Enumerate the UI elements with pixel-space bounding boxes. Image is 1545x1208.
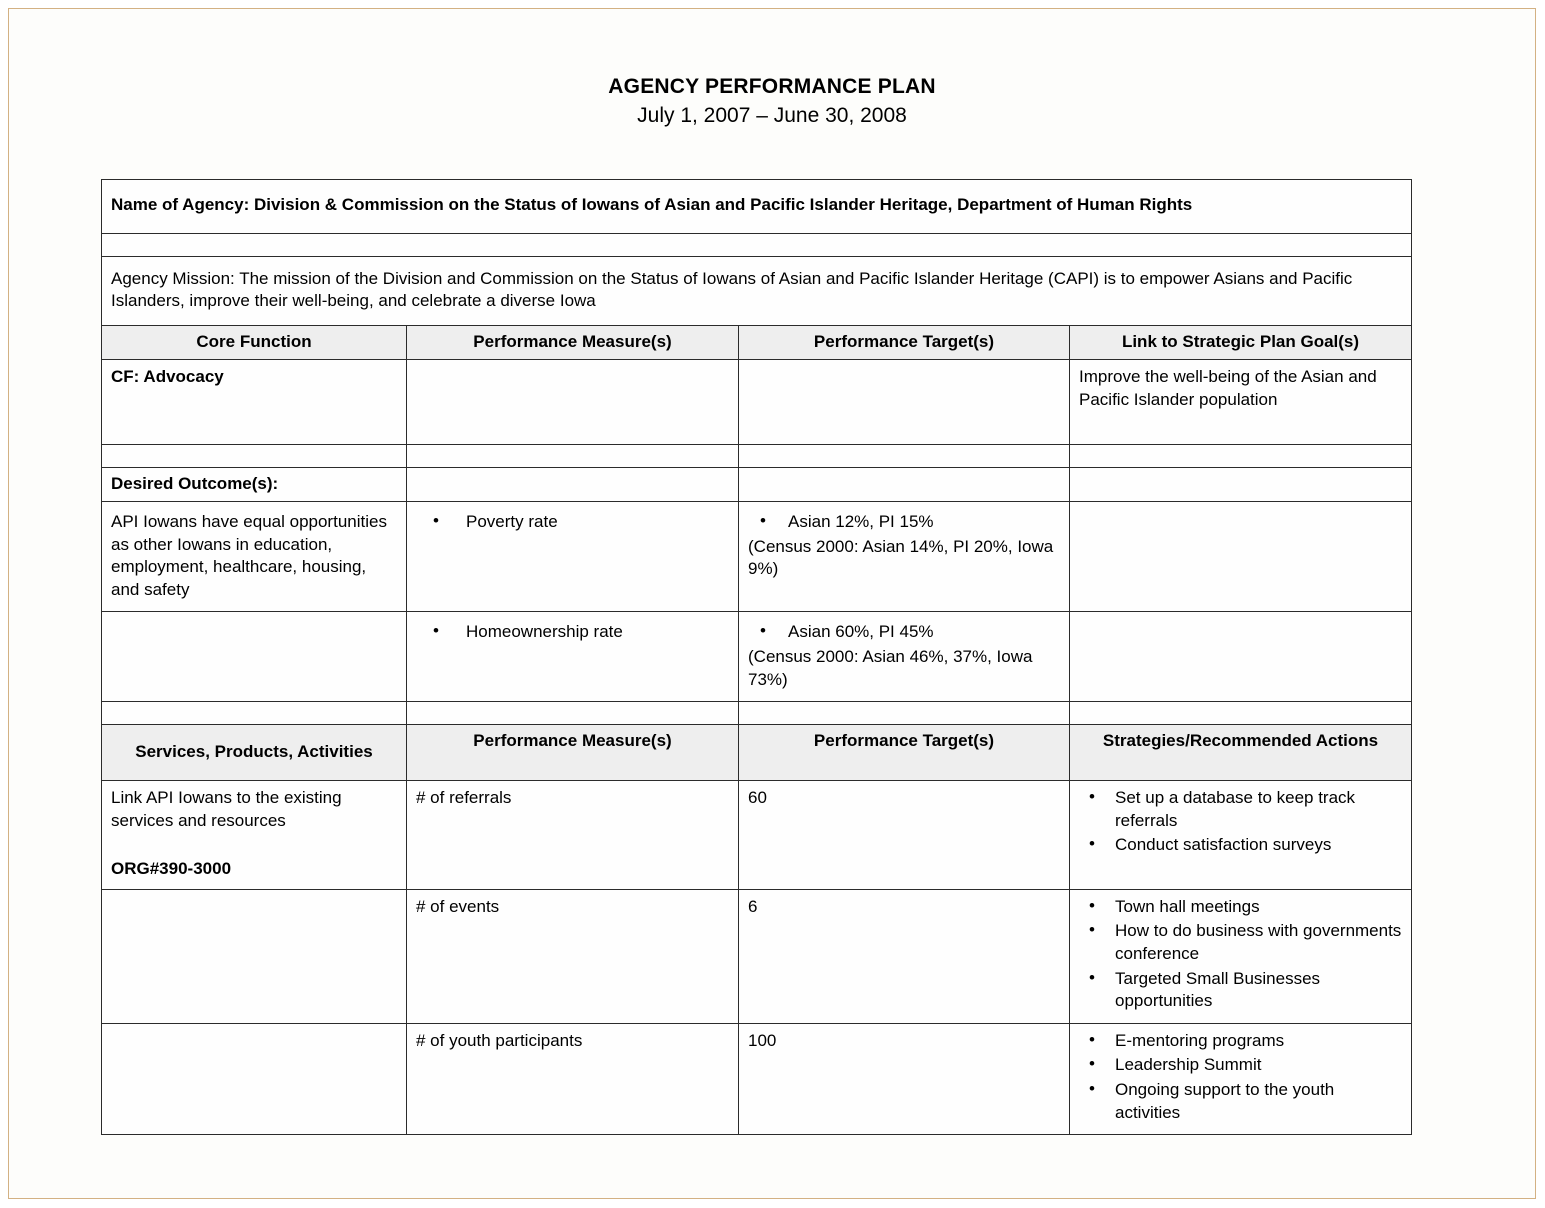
- core-function-row: CF: Advocacy Improve the well-being of t…: [101, 359, 1413, 446]
- desired-outcome-goal-cell: [1068, 467, 1413, 503]
- desired-outcome-label-row: Desired Outcome(s):: [101, 467, 1413, 503]
- list-item: Ongoing support to the youth activities: [1089, 1078, 1402, 1124]
- outcome-measure-cell: Homeownership rate: [406, 611, 739, 703]
- spacer-cell: [100, 232, 1413, 257]
- spacer-cell: [101, 701, 407, 726]
- activity-description-cell: Link API Iowans to the existing services…: [101, 779, 407, 890]
- outcome-target-cell: Asian 12%, PI 15% (Census 2000: Asian 14…: [738, 501, 1070, 613]
- outcome-row-poverty: API Iowans have equal opportunities as o…: [101, 501, 1413, 613]
- core-function-cell: CF: Advocacy: [101, 359, 407, 446]
- list-item: Set up a database to keep track referral…: [1089, 786, 1402, 832]
- list-item: Targeted Small Businesses opportunities: [1089, 967, 1402, 1013]
- strategy-bullet-list: E-mentoring programs Leadership Summit O…: [1079, 1029, 1402, 1124]
- desired-outcome-target-cell: [738, 467, 1070, 503]
- activity-strategy-cell: E-mentoring programs Leadership Summit O…: [1068, 1022, 1413, 1136]
- list-item: Conduct satisfaction surveys: [1089, 833, 1402, 857]
- activity-measure-cell: # of youth participants: [406, 1022, 739, 1136]
- core-function-measure-cell: [406, 359, 739, 446]
- agency-performance-plan-table: Name of Agency: Division & Commission on…: [100, 179, 1413, 1136]
- desired-outcome-measure-cell: [406, 467, 739, 503]
- header-performance-measures: Performance Measure(s): [406, 324, 739, 361]
- strategy-bullet-list: Set up a database to keep track referral…: [1079, 786, 1402, 857]
- target-census-note: (Census 2000: Asian 46%, 37%, Iowa 73%): [748, 647, 1033, 689]
- header-core-function: Core Function: [101, 324, 407, 361]
- spacer-cell: [406, 701, 739, 726]
- spacer-row-1: [100, 232, 1413, 257]
- activity-row-referrals: Link API Iowans to the existing services…: [101, 779, 1413, 890]
- header-services-products-activities: Services, Products, Activities: [101, 724, 407, 781]
- outcome-goal-cell: [1068, 611, 1413, 703]
- activity-target-cell: 60: [738, 779, 1070, 890]
- agency-name-cell: Name of Agency: Division & Commission on…: [100, 179, 1413, 234]
- list-item: Poverty rate: [433, 510, 729, 534]
- spacer-row-3: [101, 701, 1413, 726]
- table-one-header-row: Core Function Performance Measure(s) Per…: [101, 324, 1413, 361]
- outcome-goal-cell: [1068, 501, 1413, 613]
- activity-measure-cell: # of events: [406, 888, 739, 1024]
- activity-description-cell: [101, 888, 407, 1024]
- list-item: Homeownership rate: [433, 621, 729, 644]
- header-performance-targets: Performance Target(s): [738, 324, 1070, 361]
- page-title: AGENCY PERFORMANCE PLAN: [608, 75, 936, 98]
- target-bullet-list: Asian 12%, PI 15%: [748, 510, 1060, 534]
- agency-mission-cell: Agency Mission: The mission of the Divis…: [100, 255, 1413, 326]
- spacer-cell: [406, 444, 739, 469]
- desired-outcome-label: Desired Outcome(s):: [101, 467, 407, 503]
- activity-target-cell: 6: [738, 888, 1070, 1024]
- document-header: AGENCY PERFORMANCE PLAN July 1, 2007 – J…: [9, 74, 1535, 131]
- outcome-measure-cell: Poverty rate: [406, 501, 739, 613]
- spacer-cell: [101, 444, 407, 469]
- list-item: E-mentoring programs: [1089, 1029, 1402, 1053]
- spacer-cell: [1068, 701, 1413, 726]
- spacer-cell: [738, 701, 1070, 726]
- measure-bullet-list: Poverty rate: [416, 510, 729, 534]
- activity-text: Link API Iowans to the existing services…: [111, 787, 342, 830]
- activity-measure-cell: # of referrals: [406, 779, 739, 890]
- activity-strategy-cell: Town hall meetings How to do business wi…: [1068, 888, 1413, 1024]
- spacer-cell: [738, 444, 1070, 469]
- list-item: Town hall meetings: [1089, 895, 1402, 919]
- header-link-strategic-goals: Link to Strategic Plan Goal(s): [1068, 324, 1413, 361]
- core-function-goal-cell: Improve the well-being of the Asian and …: [1068, 359, 1413, 446]
- header-strategies-recommended-actions: Strategies/Recommended Actions: [1068, 724, 1413, 781]
- target-census-note: (Census 2000: Asian 14%, PI 20%, Iowa 9%…: [748, 536, 1054, 579]
- core-function-target-cell: [738, 359, 1070, 446]
- spacer-row-2: [101, 444, 1413, 469]
- outcome-description-cell: API Iowans have equal opportunities as o…: [101, 501, 407, 613]
- table-two-header-row: Services, Products, Activities Performan…: [101, 724, 1413, 781]
- agency-name-row: Name of Agency: Division & Commission on…: [100, 179, 1413, 234]
- measure-bullet-list: Homeownership rate: [416, 621, 729, 644]
- activity-row-youth: # of youth participants 100 E-mentoring …: [101, 1022, 1413, 1136]
- outcome-row-homeownership: Homeownership rate Asian 60%, PI 45% (Ce…: [101, 611, 1413, 703]
- activity-target-cell: 100: [738, 1022, 1070, 1136]
- activity-row-events: # of events 6 Town hall meetings How to …: [101, 888, 1413, 1024]
- page-frame: AGENCY PERFORMANCE PLAN July 1, 2007 – J…: [8, 8, 1536, 1199]
- activity-description-cell: [101, 1022, 407, 1136]
- target-bullet-list: Asian 60%, PI 45%: [748, 621, 1060, 644]
- header-performance-measures-2: Performance Measure(s): [406, 724, 739, 781]
- strategy-bullet-list: Town hall meetings How to do business wi…: [1079, 895, 1402, 1013]
- list-item: Asian 12%, PI 15%: [760, 510, 1060, 534]
- org-code: ORG#390-3000: [111, 859, 232, 879]
- list-item: Asian 60%, PI 45%: [760, 621, 1060, 644]
- outcome-description-cell: [101, 611, 407, 703]
- agency-mission-row: Agency Mission: The mission of the Divis…: [100, 255, 1413, 326]
- outcome-target-cell: Asian 60%, PI 45% (Census 2000: Asian 46…: [738, 611, 1070, 703]
- list-item: How to do business with governments conf…: [1089, 919, 1402, 965]
- header-performance-targets-2: Performance Target(s): [738, 724, 1070, 781]
- activity-strategy-cell: Set up a database to keep track referral…: [1068, 779, 1413, 890]
- list-item: Leadership Summit: [1089, 1053, 1402, 1077]
- spacer-cell: [1068, 444, 1413, 469]
- plan-period: July 1, 2007 – June 30, 2008: [637, 104, 907, 128]
